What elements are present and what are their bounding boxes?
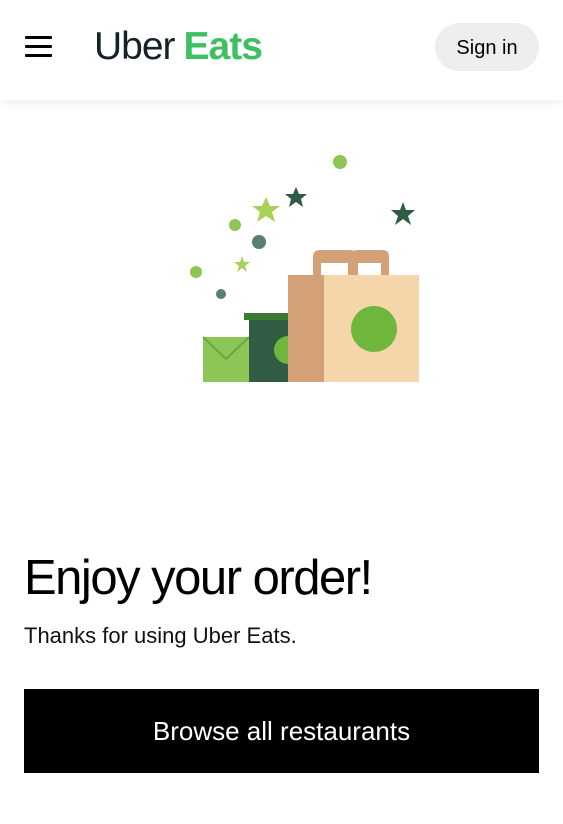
thank-you-message: Thanks for using Uber Eats. — [24, 623, 297, 648]
logo-product-text: Eats — [183, 25, 263, 68]
bag-handle — [350, 250, 389, 275]
cup-lid — [244, 313, 292, 320]
browse-restaurants-button[interactable]: Browse all restaurants — [24, 689, 539, 773]
confetti-dot — [333, 155, 347, 169]
star-icon — [234, 256, 250, 272]
order-bags-illustration-svg — [190, 155, 419, 382]
bag-side — [288, 275, 324, 382]
hamburger-menu-icon[interactable] — [22, 32, 56, 62]
confetti-dot — [229, 219, 241, 231]
top-nav-bar: Uber Eats Sign in — [0, 0, 563, 100]
confetti-dot — [190, 266, 202, 278]
page-title: Enjoy your order! — [24, 551, 373, 605]
bag-logo-dot — [351, 306, 397, 352]
star-icon — [285, 187, 307, 207]
confetti-dot — [252, 235, 266, 249]
star-icon — [252, 197, 280, 222]
logo-brand-text: Uber — [94, 25, 176, 68]
confetti-dot — [216, 289, 226, 299]
order-bags-illustration — [180, 145, 430, 390]
uber-eats-logo[interactable]: Uber Eats — [94, 24, 263, 70]
star-icon — [391, 202, 415, 225]
sign-in-button[interactable]: Sign in — [435, 23, 539, 71]
bag-handle — [313, 250, 356, 275]
